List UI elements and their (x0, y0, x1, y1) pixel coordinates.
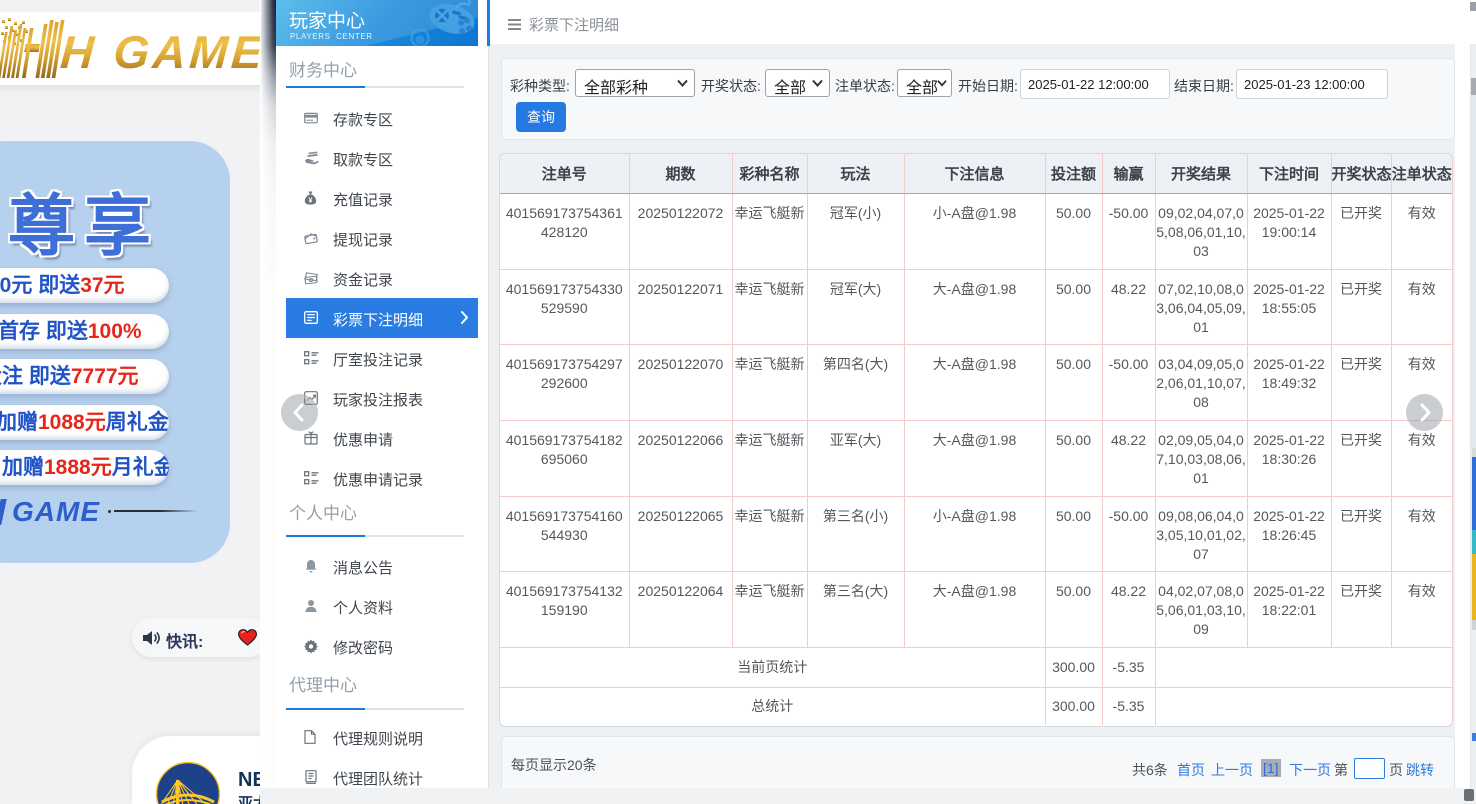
svg-text:H GAME: H GAME (59, 26, 264, 78)
svg-text:¥: ¥ (309, 198, 313, 205)
